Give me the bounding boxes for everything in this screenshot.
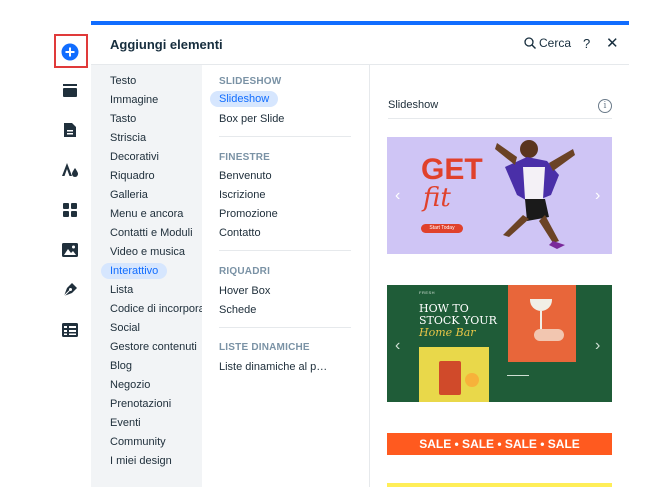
subcategory-item[interactable]: Hover Box <box>219 285 270 297</box>
slideshow-preview-getfit[interactable]: GET fit Start Today ‹ › <box>387 137 612 254</box>
apps-button[interactable] <box>52 193 88 227</box>
category-item[interactable]: Contatti e Moduli <box>110 227 193 239</box>
selection-highlight <box>54 34 88 68</box>
divider <box>219 327 351 328</box>
sections-icon <box>63 84 77 97</box>
category-item-selected[interactable]: Interattivo <box>101 263 168 279</box>
panel-header: Aggiungi elementi Cerca ? ✕ <box>91 25 629 65</box>
category-item[interactable]: Lista <box>110 284 133 296</box>
slideshow-preview-homebar[interactable]: FRESH HOW TO STOCK YOUR Home Bar ‹ › <box>387 285 612 402</box>
category-item[interactable]: Prenotazioni <box>110 398 171 410</box>
category-item[interactable]: Testo <box>110 75 136 87</box>
category-item[interactable]: Negozio <box>110 379 150 391</box>
category-item[interactable]: Riquadro <box>110 170 155 182</box>
add-elements-panel: Aggiungi elementi Cerca ? ✕ Testo Immagi… <box>91 21 629 487</box>
design-icon <box>62 163 78 177</box>
section-heading: FINESTRE <box>219 152 271 163</box>
category-item[interactable]: Video e musica <box>110 246 185 258</box>
subcategory-item[interactable]: Contatto <box>219 227 261 239</box>
search-icon <box>524 37 536 49</box>
slideshow-preview-sale[interactable]: SALE • SALE • SALE • SALE <box>387 433 612 455</box>
divider <box>219 250 351 251</box>
blog-button[interactable] <box>52 273 88 307</box>
preview-title: Slideshow <box>388 99 439 111</box>
subcategory-item-selected[interactable]: Slideshow <box>210 91 279 107</box>
category-item[interactable]: Social <box>110 322 140 334</box>
slideshow-preview-yellow[interactable] <box>387 483 612 487</box>
cms-button[interactable] <box>52 313 88 347</box>
card-arrow-line <box>507 375 529 376</box>
sections-button[interactable] <box>52 74 88 108</box>
search-button[interactable]: Cerca <box>524 36 571 50</box>
table-icon <box>62 323 78 337</box>
category-item[interactable]: Codice di incorpora… <box>110 303 216 315</box>
apps-icon <box>63 203 77 217</box>
drink-photo <box>508 285 576 362</box>
info-icon[interactable]: i <box>598 99 612 113</box>
pages-button[interactable] <box>52 113 88 147</box>
close-button[interactable]: ✕ <box>606 34 619 52</box>
design-button[interactable] <box>52 153 88 187</box>
category-item[interactable]: Galleria <box>110 189 148 201</box>
subcategory-item[interactable]: Benvenuto <box>219 170 272 182</box>
category-item[interactable]: Decorativi <box>110 151 159 163</box>
category-item[interactable]: Tasto <box>110 113 136 125</box>
divider <box>388 118 612 119</box>
card-kicker: FRESH <box>419 290 436 295</box>
category-list: Testo Immagine Tasto Striscia Decorativi… <box>91 65 216 487</box>
section-heading: SLIDESHOW <box>219 76 282 87</box>
category-item[interactable]: Community <box>110 436 166 448</box>
athlete-illustration <box>495 140 575 249</box>
media-button[interactable] <box>52 233 88 267</box>
subcategory-item[interactable]: Iscrizione <box>219 189 265 201</box>
chevron-left-icon[interactable]: ‹ <box>395 337 400 355</box>
category-item[interactable]: Immagine <box>110 94 158 106</box>
subcategory-item[interactable]: Schede <box>219 304 256 316</box>
subcategory-item[interactable]: Box per Slide <box>219 113 284 125</box>
subcategory-item[interactable]: Promozione <box>219 208 278 220</box>
category-item[interactable]: I miei design <box>110 455 172 467</box>
chevron-right-icon[interactable]: › <box>595 337 600 355</box>
card-headline: GET <box>421 153 483 186</box>
category-item[interactable]: Striscia <box>110 132 146 144</box>
chevron-left-icon[interactable]: ‹ <box>395 187 400 205</box>
preview-area: Slideshow i GET fit Start Today ‹ › FRES… <box>370 65 629 487</box>
card-cta-button: Start Today <box>421 224 463 233</box>
section-heading: LISTE DINAMICHE <box>219 342 310 353</box>
chevron-right-icon[interactable]: › <box>595 187 600 205</box>
help-button[interactable]: ? <box>583 36 590 51</box>
divider <box>219 136 351 137</box>
media-icon <box>62 243 78 257</box>
cocktail-photo <box>419 347 489 402</box>
category-item[interactable]: Menu e ancora <box>110 208 183 220</box>
search-label: Cerca <box>539 36 572 50</box>
section-heading: RIQUADRI <box>219 266 271 277</box>
category-item[interactable]: Blog <box>110 360 132 372</box>
blog-pen-icon <box>63 283 77 297</box>
category-item[interactable]: Eventi <box>110 417 141 429</box>
pages-icon <box>64 123 76 137</box>
card-line-3: Home Bar <box>419 326 476 339</box>
tool-rail <box>52 22 88 382</box>
panel-title: Aggiungi elementi <box>110 37 223 52</box>
card-subheadline: fit <box>423 183 451 213</box>
subcategory-item[interactable]: Liste dinamiche al p… <box>219 361 327 373</box>
subcategory-list: SLIDESHOW Slideshow Box per Slide FINEST… <box>202 65 370 487</box>
category-item[interactable]: Gestore contenuti <box>110 341 197 353</box>
